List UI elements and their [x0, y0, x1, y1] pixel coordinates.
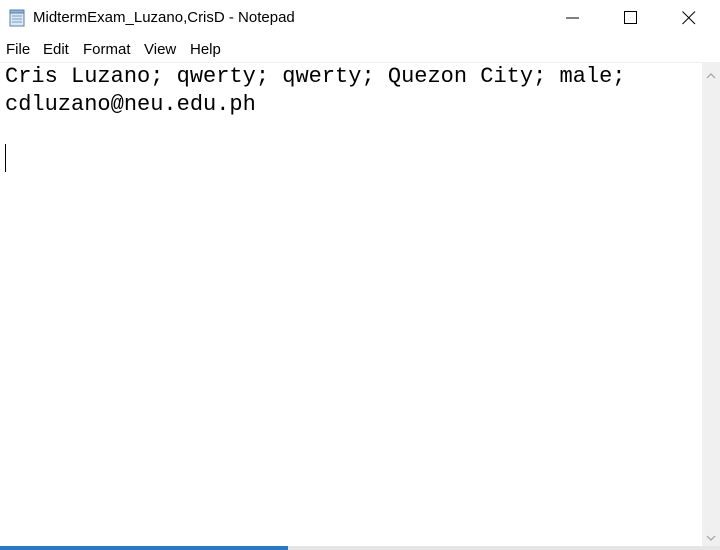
maximize-button[interactable]	[603, 0, 661, 36]
editor-line: cdluzano@neu.edu.ph	[5, 92, 256, 117]
menu-edit[interactable]: Edit	[43, 41, 69, 58]
menu-view[interactable]: View	[144, 41, 176, 58]
text-caret	[5, 144, 6, 172]
menu-help[interactable]: Help	[190, 41, 221, 58]
menu-bar: File Edit Format View Help	[0, 38, 720, 62]
editor-line: Cris Luzano; qwerty; qwerty; Quezon City…	[5, 64, 626, 89]
close-icon	[682, 11, 696, 25]
minimize-button[interactable]	[545, 0, 603, 36]
taskbar-accent-strip	[0, 546, 288, 550]
editor-content[interactable]: Cris Luzano; qwerty; qwerty; Quezon City…	[5, 63, 626, 119]
title-bar[interactable]: MidtermExam_Luzano,CrisD - Notepad	[0, 0, 720, 36]
minimize-icon	[566, 17, 579, 19]
window-title: MidtermExam_Luzano,CrisD - Notepad	[33, 9, 295, 26]
menu-file[interactable]: File	[6, 41, 30, 58]
scroll-up-arrow-icon[interactable]	[706, 67, 716, 85]
notepad-icon	[9, 9, 25, 27]
text-editor[interactable]: Cris Luzano; qwerty; qwerty; Quezon City…	[0, 62, 702, 547]
maximize-icon	[624, 11, 637, 24]
close-button[interactable]	[661, 0, 719, 36]
menu-format[interactable]: Format	[83, 41, 131, 58]
scroll-down-arrow-icon[interactable]	[706, 529, 716, 547]
notepad-window: MidtermExam_Luzano,CrisD - Notepad File …	[0, 0, 720, 550]
vertical-scrollbar[interactable]	[702, 62, 720, 546]
